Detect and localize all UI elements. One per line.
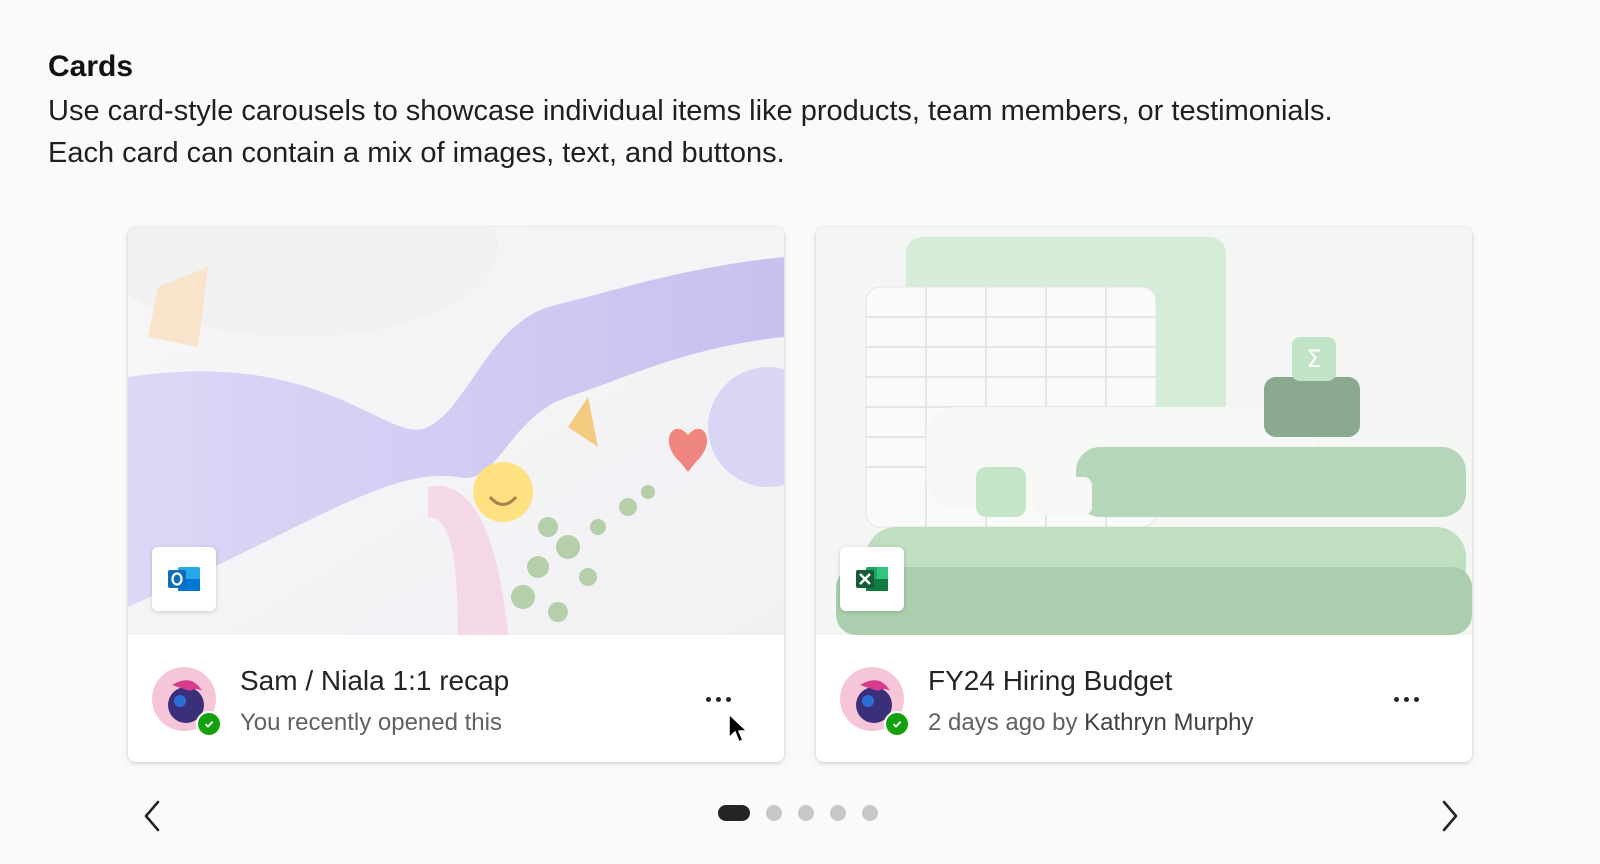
card-fy24-hiring-budget[interactable]: Σ FY24 Hiring Budget 2 days ago by Kathr… bbox=[816, 227, 1472, 762]
section-title: Cards bbox=[48, 50, 134, 83]
page-dot-1[interactable] bbox=[718, 805, 750, 821]
more-horizontal-icon bbox=[705, 696, 711, 702]
more-dot bbox=[1403, 696, 1409, 702]
card-illustration: Σ bbox=[816, 227, 1472, 635]
section-header: Cards Use card-style carousels to showca… bbox=[48, 50, 1528, 174]
page-dot-5[interactable] bbox=[862, 805, 878, 821]
more-dot bbox=[1413, 696, 1419, 702]
card-footer: FY24 Hiring Budget 2 days ago by Kathryn… bbox=[816, 635, 1472, 762]
card-illustration bbox=[128, 227, 784, 635]
card-sam-niala-recap[interactable]: Sam / Niala 1:1 recap You recently opene… bbox=[128, 227, 784, 762]
page-dot-2[interactable] bbox=[766, 805, 782, 821]
presence-available-icon bbox=[196, 711, 222, 737]
more-dot bbox=[715, 696, 721, 702]
card-title[interactable]: Sam / Niala 1:1 recap bbox=[240, 665, 509, 697]
outlook-icon bbox=[152, 547, 216, 611]
card-subtitle: 2 days ago by Kathryn Murphy bbox=[928, 709, 1254, 737]
more-options-button[interactable] bbox=[696, 681, 740, 717]
more-horizontal-icon bbox=[1393, 696, 1399, 702]
chevron-left-icon[interactable] bbox=[136, 796, 168, 836]
card-image-excel: Σ bbox=[816, 227, 1472, 635]
section-description: Use card-style carousels to showcase ind… bbox=[48, 90, 1528, 174]
card-subtitle-author: Kathryn Murphy bbox=[1084, 709, 1254, 736]
card-subtitle-time: 2 days ago by bbox=[928, 709, 1085, 736]
page-dot-3[interactable] bbox=[798, 805, 814, 821]
more-options-button[interactable] bbox=[1384, 681, 1428, 717]
carousel-pagination bbox=[718, 805, 878, 821]
card-title[interactable]: FY24 Hiring Budget bbox=[928, 665, 1172, 697]
more-dot bbox=[725, 696, 731, 702]
card-subtitle: You recently opened this bbox=[240, 709, 502, 736]
description-line-2: Each card can contain a mix of images, t… bbox=[48, 137, 785, 169]
card-image-outlook bbox=[128, 227, 784, 635]
page-dot-4[interactable] bbox=[830, 805, 846, 821]
description-line-1: Use card-style carousels to showcase ind… bbox=[48, 95, 1333, 127]
presence-available-icon bbox=[884, 711, 910, 737]
chevron-right-icon[interactable] bbox=[1434, 796, 1466, 836]
card-footer: Sam / Niala 1:1 recap You recently opene… bbox=[128, 635, 784, 762]
excel-icon bbox=[840, 547, 904, 611]
